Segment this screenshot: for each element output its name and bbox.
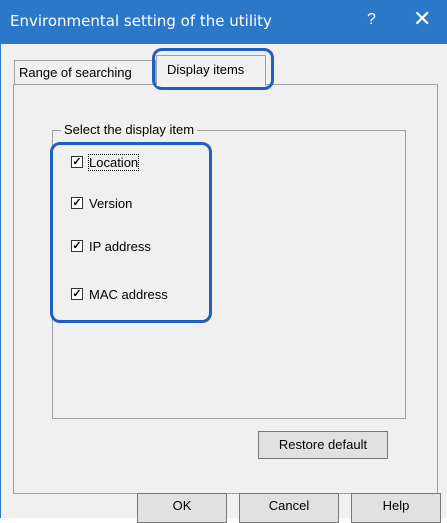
tab-range-of-searching[interactable]: Range of searching xyxy=(14,60,156,84)
help-icon[interactable]: ? xyxy=(367,11,376,29)
ok-button[interactable]: OK xyxy=(137,493,227,523)
restore-default-button[interactable]: Restore default xyxy=(258,431,388,459)
checkbox-label: IP address xyxy=(89,239,151,254)
close-icon[interactable]: ✕ xyxy=(413,8,431,30)
cancel-button[interactable]: Cancel xyxy=(239,493,339,523)
checkbox-label: MAC address xyxy=(89,287,168,302)
dialog-window: Environmental setting of the utility ? ✕… xyxy=(0,0,447,523)
group-label: Select the display item xyxy=(61,122,198,137)
checkbox-box[interactable]: ✓ xyxy=(71,197,83,209)
help-button[interactable]: Help xyxy=(351,493,441,523)
title-bar: Environmental setting of the utility ? ✕ xyxy=(1,0,447,44)
tab-display-items[interactable]: Display items xyxy=(156,55,266,86)
window-title: Environmental setting of the utility xyxy=(10,12,272,30)
checkbox-label: Location xyxy=(87,154,140,171)
checkbox-box[interactable]: ✓ xyxy=(71,288,83,300)
checkbox-box[interactable]: ✓ xyxy=(71,156,83,168)
display-item-group xyxy=(52,130,406,419)
checkbox-label: Version xyxy=(89,196,133,211)
checkbox-box[interactable]: ✓ xyxy=(71,240,83,252)
